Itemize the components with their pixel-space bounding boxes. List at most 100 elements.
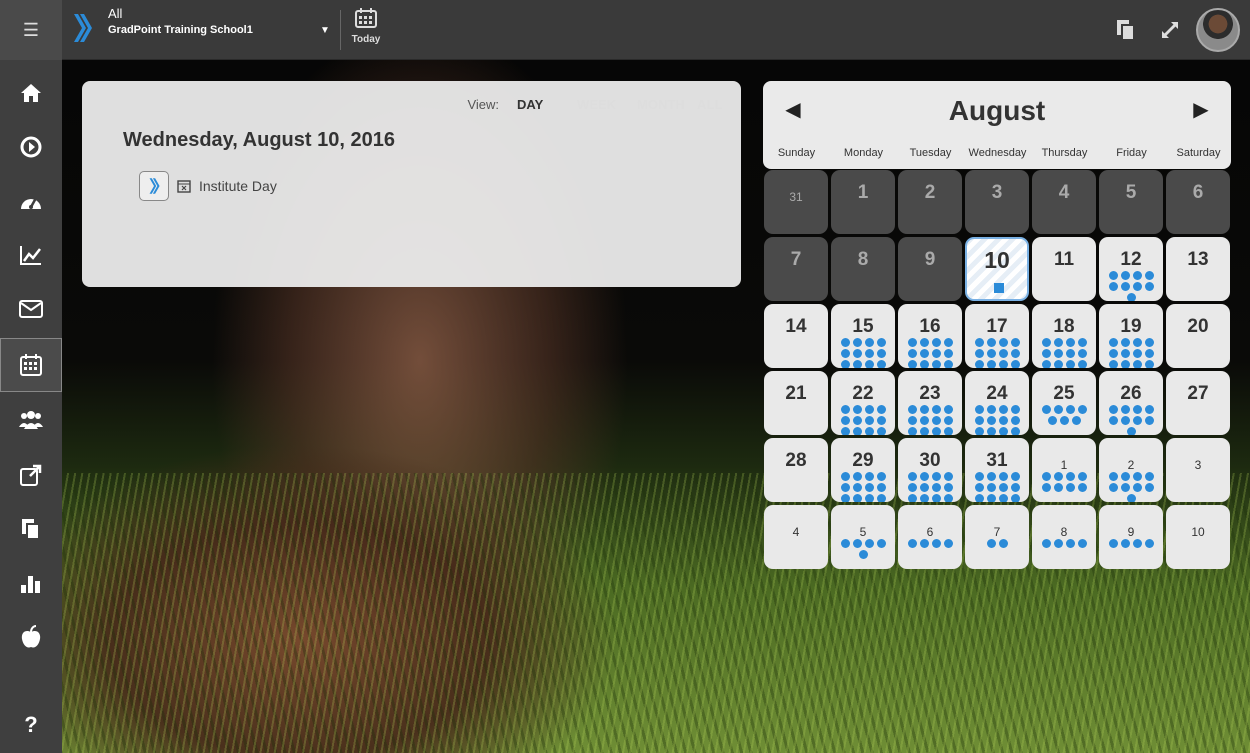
event-dot <box>1053 349 1063 358</box>
calendar-icon[interactable] <box>0 338 62 392</box>
menu-icon[interactable]: ☰ <box>0 0 62 60</box>
day-cell[interactable]: 22 <box>831 371 895 435</box>
day-number: 7 <box>790 249 802 270</box>
event-dot <box>974 349 984 358</box>
day-cell[interactable]: 21 <box>764 371 828 435</box>
event-dots <box>1032 539 1096 548</box>
day-cell[interactable]: 4 <box>764 505 828 569</box>
play-circle-icon[interactable] <box>0 120 62 174</box>
day-cell[interactable]: 18 <box>1032 304 1096 368</box>
event-dot <box>986 427 996 435</box>
event-item[interactable]: Institute Day <box>139 171 277 201</box>
view-day-tab[interactable]: DAY <box>517 97 577 112</box>
day-number: 10 <box>1191 525 1205 539</box>
school-dropdown-caret-icon[interactable]: ▼ <box>320 25 330 36</box>
event-dot <box>1071 416 1081 425</box>
view-all-tab[interactable]: ALL <box>697 97 727 112</box>
day-cell[interactable]: 9 <box>898 237 962 301</box>
bar-chart-icon[interactable] <box>0 556 62 610</box>
next-month-icon[interactable]: ▶ <box>1186 97 1216 122</box>
day-number: 3 <box>1194 458 1202 472</box>
event-dots <box>898 338 962 368</box>
copy-icon[interactable] <box>0 502 62 556</box>
day-cell[interactable]: 30 <box>898 438 962 502</box>
day-cell[interactable]: 19 <box>1099 304 1163 368</box>
day-number: 8 <box>857 249 869 270</box>
day-cell[interactable]: 11 <box>1032 237 1096 301</box>
day-cell[interactable]: 5 <box>831 505 895 569</box>
chart-line-icon[interactable] <box>0 228 62 282</box>
apple-icon[interactable] <box>0 610 62 664</box>
event-dot <box>1144 360 1154 368</box>
day-cell[interactable]: 5 <box>1099 170 1163 234</box>
event-dot <box>931 539 941 548</box>
event-dot <box>1120 405 1130 414</box>
dashboard-icon[interactable] <box>0 174 62 228</box>
day-cell[interactable]: 20 <box>1166 304 1230 368</box>
day-cell[interactable]: 2 <box>1099 438 1163 502</box>
event-dot <box>1126 494 1136 502</box>
expand-icon[interactable] <box>1148 0 1192 60</box>
day-cell[interactable]: 27 <box>1166 371 1230 435</box>
day-cell[interactable]: 2 <box>898 170 962 234</box>
day-cell[interactable]: 31 <box>764 170 828 234</box>
view-month-tab[interactable]: MONTH <box>637 97 697 112</box>
day-cell[interactable]: 8 <box>831 237 895 301</box>
context-title[interactable]: All <box>108 6 122 21</box>
help-icon[interactable]: ? <box>0 698 62 752</box>
event-dot <box>974 483 984 492</box>
event-dot <box>864 483 874 492</box>
event-dot <box>840 360 850 368</box>
day-cell[interactable]: 7 <box>764 237 828 301</box>
day-cell[interactable]: 31 <box>965 438 1029 502</box>
day-number: 5 <box>1125 182 1137 203</box>
day-cell[interactable]: 3 <box>965 170 1029 234</box>
event-dot <box>876 483 886 492</box>
day-cell[interactable]: 24 <box>965 371 1029 435</box>
event-dot <box>1053 405 1063 414</box>
day-cell[interactable]: 29 <box>831 438 895 502</box>
envelope-icon[interactable] <box>0 282 62 336</box>
day-cell[interactable]: 6 <box>898 505 962 569</box>
view-switcher: View: DAY WEEK MONTH ALL <box>467 97 727 112</box>
event-dot <box>840 338 850 347</box>
day-cell[interactable]: 6 <box>1166 170 1230 234</box>
day-cell[interactable]: 12 <box>1099 237 1163 301</box>
event-dot <box>1132 282 1142 291</box>
event-dot <box>1126 293 1136 301</box>
day-cell[interactable]: 9 <box>1099 505 1163 569</box>
avatar[interactable] <box>1196 8 1240 52</box>
day-cell[interactable]: 1 <box>831 170 895 234</box>
day-cell[interactable]: 15 <box>831 304 895 368</box>
day-cell[interactable]: 10 <box>1166 505 1230 569</box>
day-cell[interactable]: 28 <box>764 438 828 502</box>
day-cell[interactable]: 25 <box>1032 371 1096 435</box>
users-icon[interactable] <box>0 394 62 448</box>
topbar-divider <box>340 10 341 50</box>
day-cell[interactable]: 26 <box>1099 371 1163 435</box>
event-dot <box>943 405 953 414</box>
event-dot <box>852 349 862 358</box>
day-cell[interactable]: 16 <box>898 304 962 368</box>
day-cell[interactable]: 23 <box>898 371 962 435</box>
day-cell[interactable]: 7 <box>965 505 1029 569</box>
day-cell[interactable]: 1 <box>1032 438 1096 502</box>
day-cell[interactable]: 4 <box>1032 170 1096 234</box>
day-cell[interactable]: 8 <box>1032 505 1096 569</box>
day-number: 12 <box>1120 249 1142 270</box>
home-icon[interactable] <box>0 66 62 120</box>
view-week-tab[interactable]: WEEK <box>577 97 637 112</box>
event-dots <box>1032 472 1096 492</box>
day-cell[interactable]: 13 <box>1166 237 1230 301</box>
day-cell[interactable]: 17 <box>965 304 1029 368</box>
day-cell[interactable]: 14 <box>764 304 828 368</box>
school-name[interactable]: GradPoint Training School1 <box>108 24 253 36</box>
today-button[interactable]: Today <box>346 8 386 52</box>
day-cell[interactable]: 10 <box>965 237 1029 301</box>
event-dot <box>907 539 917 548</box>
day-cell[interactable]: 3 <box>1166 438 1230 502</box>
event-dot <box>1053 472 1063 481</box>
copy-icon[interactable] <box>1104 0 1148 60</box>
event-dot <box>1144 416 1154 425</box>
external-link-icon[interactable] <box>0 448 62 502</box>
